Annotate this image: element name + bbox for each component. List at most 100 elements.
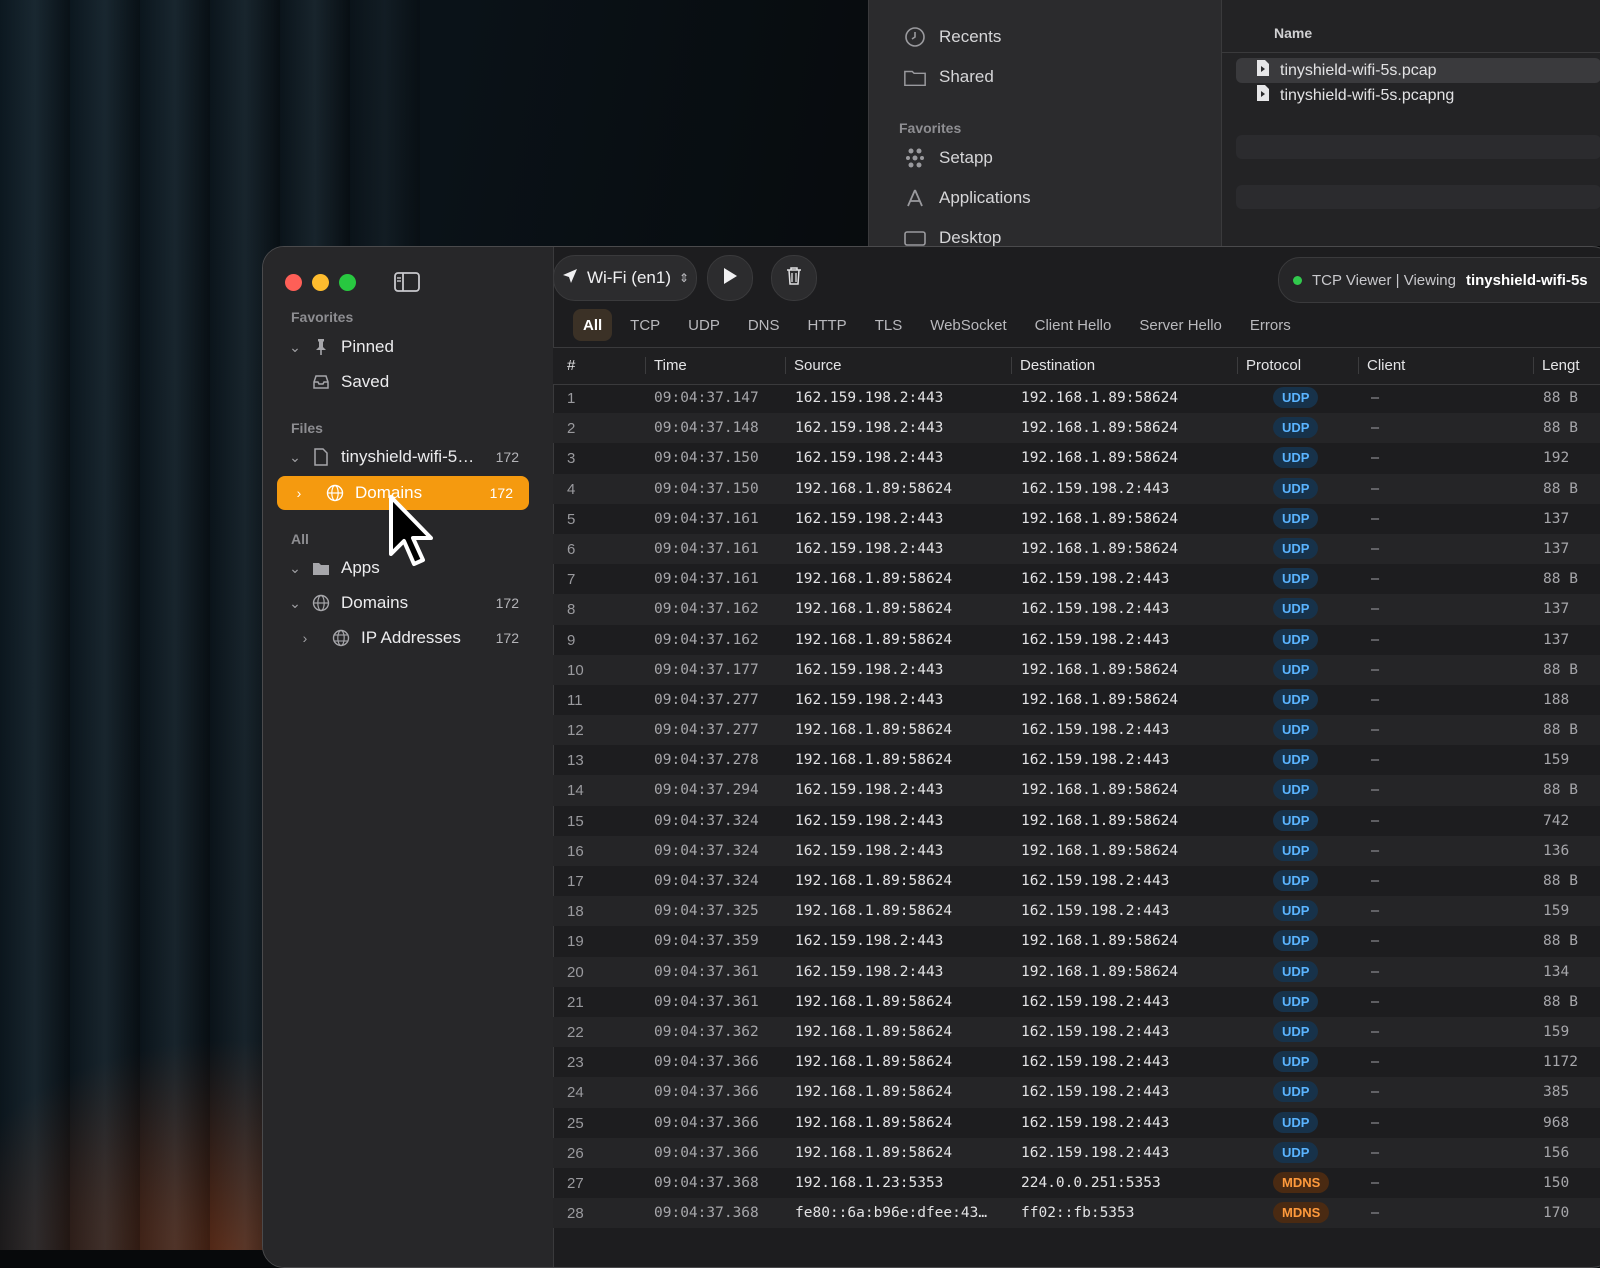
protocol-badge: UDP	[1273, 688, 1319, 710]
status-text: TCP Viewer | Viewing	[1312, 271, 1456, 289]
table-row[interactable]: 19 09:04:37.359 162.159.198.2:443 192.168.1…	[553, 926, 1600, 956]
table-row[interactable]: 24 09:04:37.366 192.168.1.89:58624 162.159.…	[553, 1077, 1600, 1108]
finder-empty-row	[1236, 135, 1600, 159]
sidebar-item-pinned[interactable]: ⌄ Pinned	[283, 330, 535, 364]
table-row[interactable]: 10 09:04:37.177 162.159.198.2:443 192.168.1…	[553, 654, 1600, 685]
cell-src: 192.168.1.89:58624	[795, 1023, 953, 1040]
filter-http[interactable]: HTTP	[798, 309, 857, 341]
protocol-badge: UDP	[1273, 870, 1319, 891]
chevron-down-icon[interactable]: ⌄	[283, 595, 307, 612]
chevron-right-icon[interactable]: ›	[277, 485, 321, 501]
finder-file-row[interactable]: tinyshield-wifi-5s.pcap	[1236, 58, 1600, 83]
filter-all[interactable]: All	[573, 309, 613, 341]
cell-num: 12	[567, 722, 584, 740]
column-header-length[interactable]: Lengt	[1533, 357, 1580, 374]
finder-sidebar-item-applications[interactable]: Applications	[903, 185, 1031, 211]
table-row[interactable]: 15 09:04:37.324 162.159.198.2:443 192.168.1…	[553, 806, 1600, 836]
column-header-destination[interactable]: Destination	[1011, 357, 1095, 374]
cell-client: –	[1371, 631, 1380, 648]
cell-dst: 162.159.198.2:443	[1021, 873, 1170, 889]
table-row[interactable]: 12 09:04:37.277 192.168.1.89:58624 162.159.…	[553, 715, 1600, 746]
finder-sidebar-item-setapp[interactable]: Setapp	[903, 145, 993, 171]
trash-icon	[785, 266, 803, 291]
table-row[interactable]: 17 09:04:37.324 192.168.1.89:58624 162.159.…	[553, 866, 1600, 896]
filter-dns[interactable]: DNS	[738, 309, 790, 341]
table-row[interactable]: 9 09:04:37.162 192.168.1.89:58624 162.159.1…	[553, 625, 1600, 655]
table-row[interactable]: 14 09:04:37.294 162.159.198.2:443 192.168.1…	[553, 775, 1600, 806]
cell-time: 09:04:37.366	[654, 1114, 759, 1131]
cell-num: 2	[567, 420, 576, 438]
cell-num: 23	[567, 1054, 584, 1072]
protocol-badge: UDP	[1273, 1081, 1319, 1103]
cell-time: 09:04:37.324	[654, 873, 759, 889]
cell-len: 742	[1543, 812, 1570, 829]
filter-websocket[interactable]: WebSocket	[920, 309, 1016, 341]
protocol-badge: UDP	[1273, 477, 1319, 499]
sidebar-toggle-icon[interactable]	[393, 271, 421, 298]
table-row[interactable]: 11 09:04:37.277 162.159.198.2:443 192.168.1…	[553, 685, 1600, 715]
interface-selector[interactable]: Wi-Fi (en1) ⇕	[553, 255, 697, 301]
cell-len: 88 B	[1543, 873, 1578, 889]
sidebar-item-ip-addresses[interactable]: › IP Addresses 172	[283, 621, 535, 655]
table-row[interactable]: 28 09:04:37.368 fe80::6a:b96e:dfee:43… ff02…	[553, 1198, 1600, 1229]
table-row[interactable]: 5 09:04:37.161 162.159.198.2:443 192.168.1.…	[553, 504, 1600, 534]
filter-server-hello[interactable]: Server Hello	[1129, 309, 1232, 341]
chevron-down-icon[interactable]: ⌄	[283, 339, 307, 356]
filter-errors[interactable]: Errors	[1240, 309, 1301, 341]
table-row[interactable]: 13 09:04:37.278 192.168.1.89:58624 162.159.…	[553, 745, 1600, 775]
clear-button[interactable]	[771, 255, 817, 301]
minimize-window-button[interactable]	[312, 274, 329, 291]
table-row[interactable]: 20 09:04:37.361 162.159.198.2:443 192.168.1…	[553, 956, 1600, 987]
filter-tcp[interactable]: TCP	[620, 309, 670, 341]
finder-sidebar-item-recents[interactable]: Recents	[903, 24, 1001, 50]
table-row[interactable]: 22 09:04:37.362 192.168.1.89:58624 162.159.…	[553, 1016, 1600, 1048]
finder-sidebar-item-shared[interactable]: Shared	[903, 64, 994, 90]
protocol-filter-bar: All TCP UDP DNS HTTP TLS WebSocket Clien…	[573, 309, 1309, 341]
table-row[interactable]: 3 09:04:37.150 162.159.198.2:443 192.168.1.…	[553, 443, 1600, 473]
cell-len: 88 B	[1543, 480, 1578, 497]
filter-tls[interactable]: TLS	[865, 309, 913, 341]
chevron-down-icon[interactable]: ⌄	[283, 449, 307, 466]
column-header-time[interactable]: Time	[645, 357, 687, 374]
protocol-badge: UDP	[1273, 719, 1319, 741]
close-window-button[interactable]	[285, 274, 302, 291]
finder-sidebar-item-desktop[interactable]: Desktop	[903, 225, 1001, 246]
chevron-right-icon[interactable]: ›	[283, 630, 327, 646]
column-header-source[interactable]: Source	[785, 357, 842, 374]
start-capture-button[interactable]	[707, 255, 753, 301]
filter-client-hello[interactable]: Client Hello	[1025, 309, 1122, 341]
cell-len: 88 B	[1543, 571, 1578, 588]
table-row[interactable]: 8 09:04:37.162 192.168.1.89:58624 162.159.1…	[553, 594, 1600, 625]
zoom-window-button[interactable]	[339, 274, 356, 291]
table-row[interactable]: 23 09:04:37.366 192.168.1.89:58624 162.159.…	[553, 1047, 1600, 1077]
column-header-client[interactable]: Client	[1358, 357, 1405, 374]
column-header-number[interactable]: #	[559, 357, 575, 374]
table-row[interactable]: 1 09:04:37.147 162.159.198.2:443 192.168.1.…	[553, 383, 1600, 413]
cell-dst: 192.168.1.89:58624	[1021, 933, 1179, 950]
column-header-protocol[interactable]: Protocol	[1237, 357, 1301, 374]
cell-dst: ff02::fb:5353	[1021, 1205, 1135, 1222]
finder-column-header[interactable]: Name	[1222, 18, 1600, 53]
table-row[interactable]: 7 09:04:37.161 192.168.1.89:58624 162.159.1…	[553, 564, 1600, 594]
filter-udp[interactable]: UDP	[678, 309, 730, 341]
protocol-badge: UDP	[1273, 598, 1319, 620]
sidebar-item-file[interactable]: ⌄ tinyshield-wifi-5s... 172	[283, 440, 535, 474]
cell-src: 162.159.198.2:443	[795, 933, 944, 950]
table-row[interactable]: 4 09:04:37.150 192.168.1.89:58624 162.159.1…	[553, 473, 1600, 504]
chevron-down-icon[interactable]: ⌄	[283, 560, 307, 577]
document-icon	[1256, 59, 1270, 82]
sidebar-item-saved[interactable]: Saved	[283, 365, 535, 399]
table-row[interactable]: 21 09:04:37.361 192.168.1.89:58624 162.159.…	[553, 987, 1600, 1017]
cell-time: 09:04:37.366	[654, 1084, 759, 1101]
finder-file-row[interactable]: tinyshield-wifi-5s.pcapng	[1236, 83, 1600, 108]
sidebar-item-domains[interactable]: ⌄ Domains 172	[283, 586, 535, 620]
cell-dst: 162.159.198.2:443	[1021, 1084, 1170, 1101]
table-row[interactable]: 16 09:04:37.324 162.159.198.2:443 192.168.1…	[553, 835, 1600, 866]
cell-dst: 192.168.1.89:58624	[1021, 420, 1179, 437]
table-row[interactable]: 6 09:04:37.161 162.159.198.2:443 192.168.1.…	[553, 533, 1600, 565]
table-row[interactable]: 26 09:04:37.366 192.168.1.89:58624 162.159.…	[553, 1137, 1600, 1168]
table-row[interactable]: 18 09:04:37.325 192.168.1.89:58624 162.159.…	[553, 896, 1600, 927]
table-row[interactable]: 2 09:04:37.148 162.159.198.2:443 192.168.1.…	[553, 413, 1600, 444]
table-row[interactable]: 25 09:04:37.366 192.168.1.89:58624 162.159.…	[553, 1108, 1600, 1138]
table-row[interactable]: 27 09:04:37.368 192.168.1.23:5353 224.0.0.2…	[553, 1168, 1600, 1198]
